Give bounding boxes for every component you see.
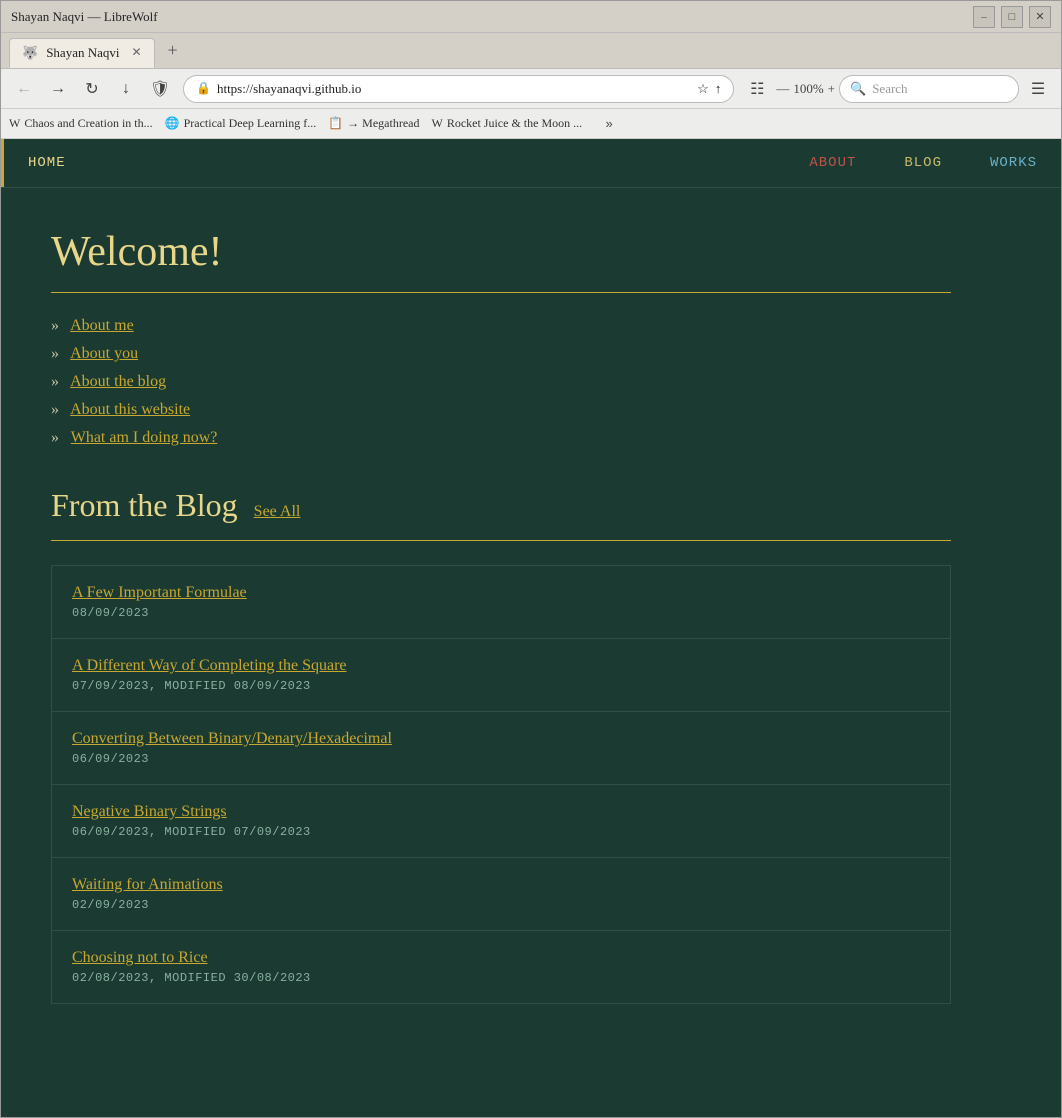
blog-section-title: From the Blog See All: [51, 487, 951, 524]
bookmark-item-1[interactable]: 🌐 Practical Deep Learning f...: [165, 116, 317, 131]
download-button[interactable]: ↓: [111, 74, 141, 104]
bookmarks-bar: W Chaos and Creation in th... 🌐 Practica…: [1, 109, 1061, 139]
nav-item-about[interactable]: ABOUT: [785, 139, 880, 187]
active-tab[interactable]: 🐺 Shayan Naqvi ✕: [9, 38, 155, 68]
tab-bar: 🐺 Shayan Naqvi ✕ +: [1, 33, 1061, 69]
address-url: https://shayanaqvi.github.io: [217, 81, 691, 97]
window-controls: ‒ □ ✕: [973, 6, 1051, 28]
address-bar[interactable]: 🔒 https://shayanaqvi.github.io ☆ ↑: [183, 75, 734, 103]
tab-close-button[interactable]: ✕: [131, 45, 141, 60]
list-item-2: About the blog: [51, 373, 951, 391]
browser-window: Shayan Naqvi — LibreWolf ‒ □ ✕ 🐺 Shayan …: [0, 0, 1062, 1118]
search-placeholder: Search: [872, 81, 907, 97]
forward-button[interactable]: →: [43, 74, 73, 104]
tab-label: Shayan Naqvi: [46, 45, 119, 61]
blog-date-2: 06/09/2023: [72, 752, 930, 766]
blog-title-4[interactable]: Waiting for Animations: [72, 876, 930, 894]
back-button[interactable]: ←: [9, 74, 39, 104]
share-icon[interactable]: ↑: [715, 81, 722, 97]
link-about-website[interactable]: About this website: [70, 401, 190, 418]
from-the-blog-label: From the Blog: [51, 487, 238, 524]
blog-item-0[interactable]: A Few Important Formulae 08/09/2023: [52, 566, 950, 639]
tab-icon: 🐺: [22, 45, 38, 61]
main-content: Welcome! About me About you About the bl…: [1, 188, 1001, 1044]
blog-item-2[interactable]: Converting Between Binary/Denary/Hexadec…: [52, 712, 950, 785]
bookmark-label-1: Practical Deep Learning f...: [184, 116, 317, 131]
page-title: Welcome!: [51, 228, 951, 276]
lock-icon: 🔒: [196, 81, 211, 96]
zoom-percent: 100%: [793, 81, 823, 97]
blog-date-4: 02/09/2023: [72, 898, 930, 912]
bookmarks-more-button[interactable]: »: [594, 109, 624, 139]
zoom-level: —: [776, 81, 789, 97]
link-list: About me About you About the blog About …: [51, 317, 951, 447]
nav-bar: ← → ↻ ↓ 🛡 🔒 https://shayanaqvi.github.io…: [1, 69, 1061, 109]
bookmark-label-0: Chaos and Creation in th...: [24, 116, 152, 131]
bookmark-star-icon[interactable]: ☆: [697, 81, 709, 97]
minimize-button[interactable]: ‒: [973, 6, 995, 28]
blog-title-0[interactable]: A Few Important Formulae: [72, 584, 930, 602]
bookmark-icon-2: 📋: [328, 116, 343, 131]
blog-date-3: 06/09/2023, modified 07/09/2023: [72, 825, 930, 839]
list-item-4: What am I doing now?: [51, 429, 951, 447]
blog-title-2[interactable]: Converting Between Binary/Denary/Hexadec…: [72, 730, 930, 748]
see-all-link[interactable]: See All: [254, 503, 301, 521]
nav-item-works[interactable]: WORKS: [966, 139, 1061, 187]
restore-button[interactable]: □: [1001, 6, 1023, 28]
bookmark-item-2[interactable]: 📋 → Megathread: [328, 116, 419, 131]
link-about-blog[interactable]: About the blog: [70, 373, 166, 390]
blog-title-1[interactable]: A Different Way of Completing the Square: [72, 657, 930, 675]
blog-item-1[interactable]: A Different Way of Completing the Square…: [52, 639, 950, 712]
bookmark-icon-3: W: [431, 116, 442, 131]
site-nav: HOME ABOUT BLOG WORKS: [1, 139, 1061, 188]
bookmark-icon-1: 🌐: [165, 116, 180, 131]
blog-item-4[interactable]: Waiting for Animations 02/09/2023: [52, 858, 950, 931]
blog-divider: [51, 540, 951, 541]
bookmark-label-2: → Megathread: [347, 116, 419, 131]
search-bar[interactable]: 🔍 Search: [839, 75, 1019, 103]
blog-date-1: 07/09/2023, modified 08/09/2023: [72, 679, 930, 693]
title-divider: [51, 292, 951, 293]
nav-item-home[interactable]: HOME: [1, 139, 90, 187]
search-icon: 🔍: [850, 81, 866, 97]
blog-title-5[interactable]: Choosing not to Rice: [72, 949, 930, 967]
blog-date-0: 08/09/2023: [72, 606, 930, 620]
site-content: HOME ABOUT BLOG WORKS Welcome! About me …: [1, 139, 1061, 1117]
window-title: Shayan Naqvi — LibreWolf: [11, 9, 965, 25]
blog-list: A Few Important Formulae 08/09/2023 A Di…: [51, 565, 951, 1004]
list-item-1: About you: [51, 345, 951, 363]
reload-button[interactable]: ↻: [77, 74, 107, 104]
shield-button[interactable]: 🛡: [145, 74, 175, 104]
blog-item-3[interactable]: Negative Binary Strings 06/09/2023, modi…: [52, 785, 950, 858]
blog-date-5: 02/08/2023, modified 30/08/2023: [72, 971, 930, 985]
blog-item-5[interactable]: Choosing not to Rice 02/08/2023, modifie…: [52, 931, 950, 1003]
link-about-you[interactable]: About you: [70, 345, 138, 362]
zoom-plus[interactable]: +: [828, 81, 835, 97]
link-about-me[interactable]: About me: [70, 317, 134, 334]
bookmark-label-3: Rocket Juice & the Moon ...: [447, 116, 582, 131]
new-tab-button[interactable]: +: [159, 37, 187, 65]
nav-spacer: [90, 139, 786, 187]
reader-mode-icon[interactable]: ☷: [742, 74, 772, 104]
bookmark-item-3[interactable]: W Rocket Juice & the Moon ...: [431, 116, 582, 131]
bookmark-item-0[interactable]: W Chaos and Creation in th...: [9, 116, 153, 131]
nav-right: ☷ — 100% + 🔍 Search ☰: [742, 74, 1053, 104]
close-button[interactable]: ✕: [1029, 6, 1051, 28]
menu-button[interactable]: ☰: [1023, 74, 1053, 104]
link-doing-now[interactable]: What am I doing now?: [71, 429, 218, 446]
bookmark-icon-0: W: [9, 116, 20, 131]
nav-item-blog[interactable]: BLOG: [880, 139, 966, 187]
list-item-0: About me: [51, 317, 951, 335]
blog-title-3[interactable]: Negative Binary Strings: [72, 803, 930, 821]
title-bar: Shayan Naqvi — LibreWolf ‒ □ ✕: [1, 1, 1061, 33]
list-item-3: About this website: [51, 401, 951, 419]
